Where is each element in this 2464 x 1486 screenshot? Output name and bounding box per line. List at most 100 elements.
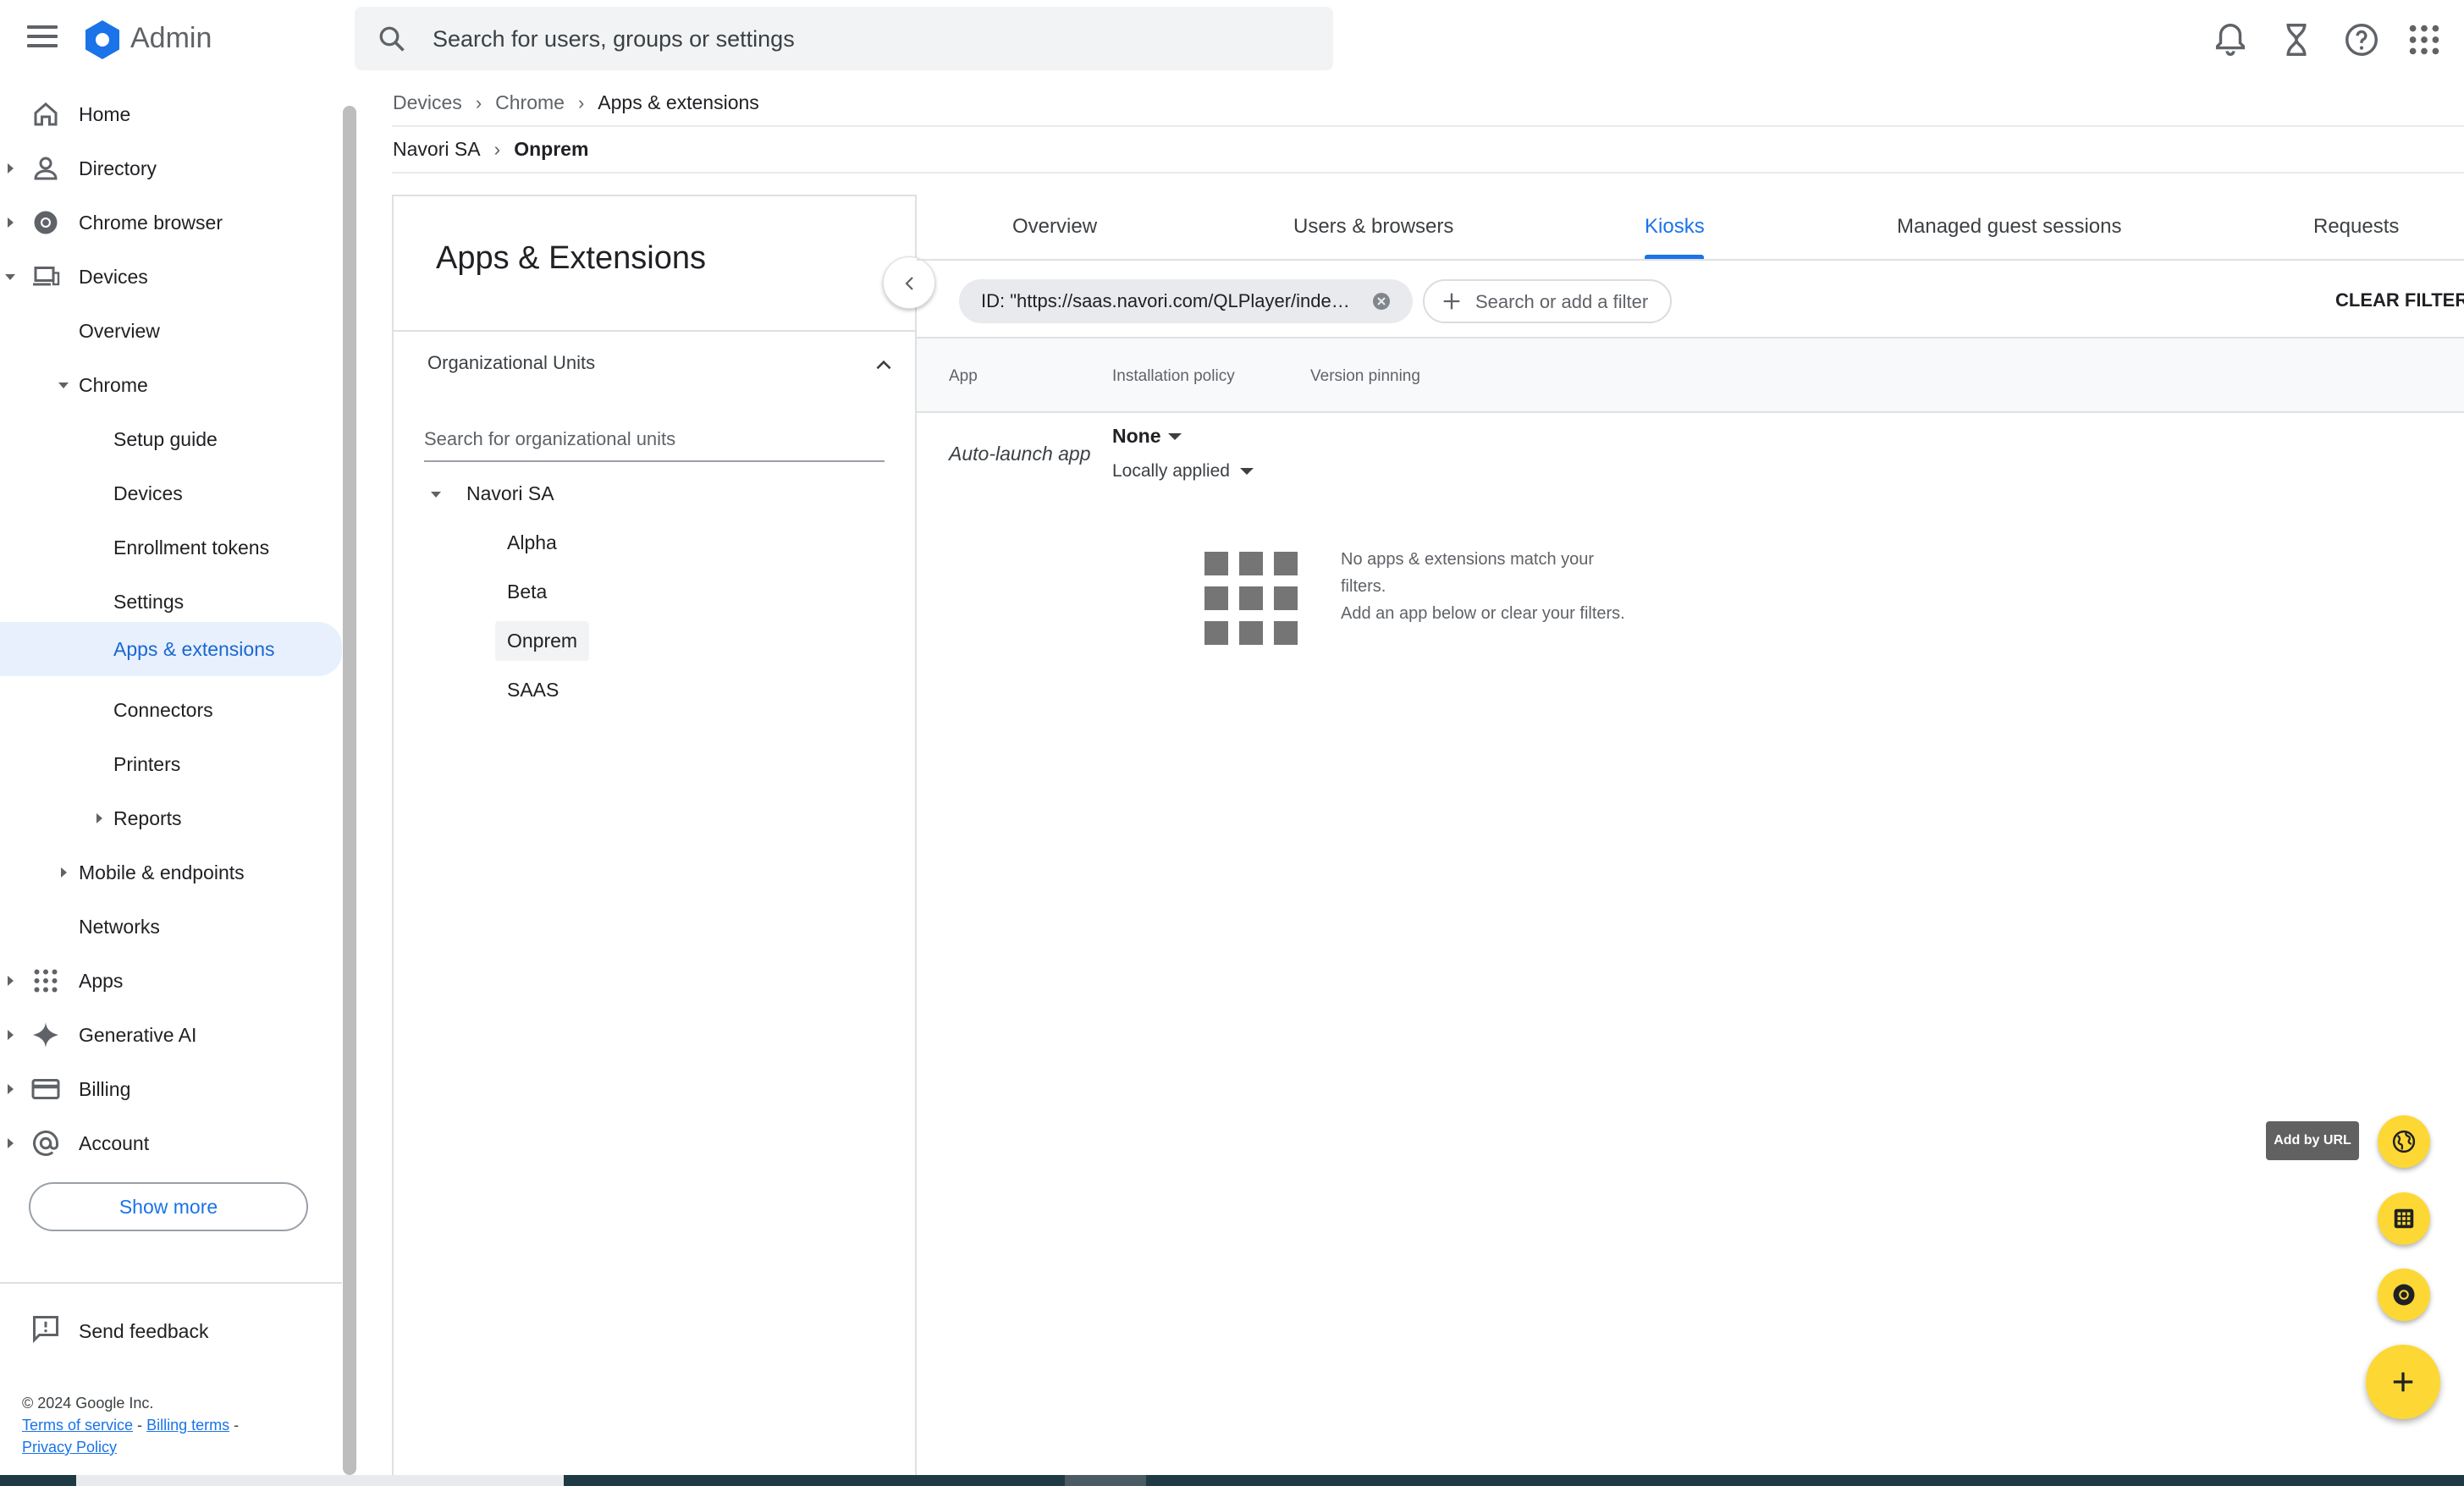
sidebar-item-settings[interactable]: Settings: [0, 578, 342, 625]
table-header: App Installation policy Version pinning: [917, 337, 2464, 413]
sidebar-item-overview[interactable]: Overview: [0, 307, 342, 355]
apps-grid-icon[interactable]: [2405, 20, 2444, 59]
billing-terms-link[interactable]: Billing terms: [146, 1417, 229, 1434]
tab-users-browsers[interactable]: Users & browsers: [1293, 215, 1453, 239]
at-sign-icon: [33, 1130, 58, 1156]
main-menu-icon[interactable]: [27, 25, 58, 52]
sidebar-item-billing[interactable]: Billing: [0, 1065, 342, 1113]
taskbar-window[interactable]: [76, 1475, 564, 1486]
global-search[interactable]: Search for users, groups or settings: [355, 7, 1333, 70]
clear-filters-button[interactable]: CLEAR FILTERS: [2335, 289, 2464, 311]
sidebar-item-label: Generative AI: [79, 1023, 197, 1046]
sidebar-item-setup-guide[interactable]: Setup guide: [0, 416, 342, 463]
expand-caret-icon: [8, 163, 14, 173]
sidebar-item-chrome-browser[interactable]: Chrome browser: [0, 199, 342, 246]
admin-logo-icon: [85, 20, 119, 59]
link-separator: -: [137, 1417, 143, 1434]
chevron-up-icon[interactable]: [873, 354, 895, 376]
policy-value: None: [1112, 425, 1161, 447]
add-from-play-store-button[interactable]: [2378, 1192, 2430, 1245]
terms-of-service-link[interactable]: Terms of service: [22, 1417, 133, 1434]
hourglass-tasks-icon[interactable]: [2277, 20, 2316, 59]
feedback-icon: [33, 1316, 58, 1344]
ou-section-header[interactable]: Organizational Units: [427, 352, 595, 374]
add-filter-input[interactable]: Search or add a filter: [1423, 279, 1672, 323]
chrome-icon: [34, 211, 58, 234]
sidebar-item-label: Networks: [79, 915, 160, 938]
sidebar-item-enrollment-tokens[interactable]: Enrollment tokens: [0, 524, 342, 571]
empty-state-line-1: No apps & extensions match your filters.: [1341, 550, 1595, 596]
sidebar-item-label: Chrome: [79, 373, 148, 396]
sidebar-item-chrome[interactable]: Chrome: [0, 361, 342, 409]
notifications-bell-icon[interactable]: [2211, 20, 2250, 59]
sidebar-item-mobile-endpoints[interactable]: Mobile & endpoints: [0, 849, 342, 896]
ou-item-alpha[interactable]: Alpha: [495, 523, 569, 563]
filter-chip[interactable]: ID: "https://saas.navori.com/QLPlayer/in…: [959, 279, 1413, 323]
sidebar-item-label: Billing: [79, 1077, 131, 1100]
add-from-chrome-web-store-button[interactable]: [2378, 1269, 2430, 1321]
ou-item-beta[interactable]: Beta: [495, 572, 559, 612]
credit-card-icon: [31, 1079, 60, 1099]
sidebar-item-home[interactable]: Home: [0, 91, 342, 138]
dropdown-arrow-icon[interactable]: [1168, 433, 1182, 440]
privacy-policy-link[interactable]: Privacy Policy: [22, 1439, 117, 1456]
empty-state-apps-icon: [1204, 552, 1298, 645]
sidebar-item-apps-extensions[interactable]: Apps & extensions: [0, 622, 342, 676]
tab-overview[interactable]: Overview: [1012, 215, 1097, 239]
sidebar-item-generative-ai[interactable]: Generative AI: [0, 1011, 342, 1059]
sidebar-item-connectors[interactable]: Connectors: [0, 686, 342, 734]
footer-legal: © 2024 Google Inc. Terms of service - Bi…: [22, 1392, 239, 1458]
tab-kiosks[interactable]: Kiosks: [1645, 215, 1705, 239]
link-separator: -: [234, 1417, 240, 1434]
sidebar-item-reports[interactable]: Reports: [0, 795, 342, 842]
grid-app-icon: [2394, 1208, 2414, 1229]
sidebar-item-devices[interactable]: Devices: [0, 253, 342, 300]
collapse-panel-button[interactable]: [883, 256, 935, 309]
ou-breadcrumb-current: Onprem: [514, 138, 589, 160]
collapse-caret-icon[interactable]: [431, 492, 441, 498]
sidebar-scrollbar[interactable]: [343, 106, 356, 1475]
sidebar-item-apps[interactable]: Apps: [0, 957, 342, 1004]
sparkle-icon: [33, 1022, 58, 1048]
sidebar-item-networks[interactable]: Networks: [0, 903, 342, 950]
sidebar-item-printers[interactable]: Printers: [0, 740, 342, 788]
sidebar-item-directory[interactable]: Directory: [0, 145, 342, 192]
add-by-url-button[interactable]: [2378, 1115, 2430, 1168]
sidebar-item-label: Overview: [79, 319, 160, 342]
breadcrumb-devices[interactable]: Devices: [393, 91, 462, 114]
ou-root-label: Navori SA: [466, 482, 554, 504]
auto-launch-policy-dropdown[interactable]: None: [1112, 425, 1161, 448]
add-app-fab[interactable]: [2366, 1345, 2440, 1419]
breadcrumb-separator: ›: [493, 138, 501, 160]
column-app[interactable]: App: [949, 367, 978, 386]
expand-caret-icon: [96, 813, 102, 823]
chevron-left-icon: [905, 277, 913, 290]
show-more-button[interactable]: Show more: [29, 1182, 308, 1231]
sidebar-item-label: Chrome browser: [79, 211, 223, 234]
sidebar-item-account[interactable]: Account: [0, 1120, 342, 1167]
column-version-pinning[interactable]: Version pinning: [1310, 367, 1420, 386]
column-installation-policy[interactable]: Installation policy: [1112, 367, 1235, 386]
tab-requests[interactable]: Requests: [2313, 215, 2399, 239]
remove-filter-icon[interactable]: [1371, 291, 1392, 311]
help-icon[interactable]: [2342, 20, 2381, 59]
breadcrumb-chrome[interactable]: Chrome: [495, 91, 565, 114]
auto-launch-app-label: Auto-launch app: [949, 443, 1091, 465]
ou-item-saas[interactable]: SAAS: [495, 670, 571, 710]
dropdown-arrow-icon[interactable]: [1240, 468, 1254, 475]
sidebar-item-label: Apps: [79, 969, 124, 992]
search-icon: [379, 26, 405, 52]
applied-scope-dropdown[interactable]: Locally applied: [1112, 461, 1230, 482]
sidebar-item-label: Mobile & endpoints: [79, 861, 245, 883]
breadcrumb-divider: [392, 125, 2464, 127]
taskbar-app[interactable]: [1065, 1475, 1146, 1486]
sidebar-item-label: Reports: [113, 806, 182, 829]
tab-managed-guest-sessions[interactable]: Managed guest sessions: [1897, 215, 2122, 239]
ou-breadcrumb-root[interactable]: Navori SA: [393, 138, 481, 161]
app-brand[interactable]: Admin: [130, 22, 212, 55]
ou-item-onprem[interactable]: Onprem: [495, 621, 590, 661]
expand-caret-icon: [8, 976, 14, 986]
ou-search-input[interactable]: Search for organizational units: [424, 425, 885, 462]
sidebar-item-chrome-devices[interactable]: Devices: [0, 470, 342, 517]
sidebar-item-label: Connectors: [113, 698, 213, 721]
